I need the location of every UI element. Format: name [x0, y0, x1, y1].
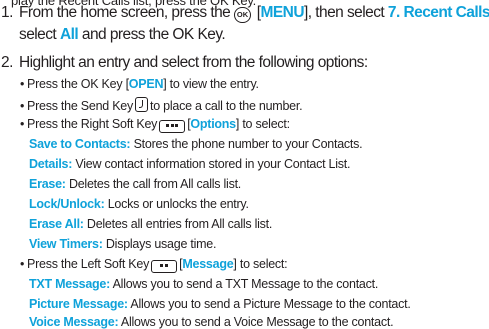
option-term: Erase:: [29, 177, 66, 191]
option-desc: Stores the phone number to your Contacts…: [130, 137, 363, 151]
all-label: All: [59, 26, 79, 43]
step-1-line-2: select All and press the OK Key.: [19, 26, 226, 44]
bullet-send-text-a: Press the Send Key: [27, 99, 133, 113]
step-2-text: Highlight an entry and select from the f…: [19, 54, 368, 71]
message-desc: Allows you to send a TXT Message to the …: [110, 277, 379, 291]
bullet-options: • Press the Right Soft Key [Options] to se…: [20, 117, 290, 133]
message-item: Voice Message: Allows you to send a Voic…: [29, 315, 394, 329]
step-2-number: 2.: [1, 54, 13, 71]
bullet-message-text-b: ] to select:: [233, 257, 288, 271]
message-desc: Allows you to send a Picture Message to …: [127, 297, 411, 311]
option-item: Erase: Deletes the call from All calls l…: [29, 177, 241, 191]
option-term: Erase All:: [29, 217, 84, 231]
message-term: Voice Message:: [29, 315, 119, 329]
option-item: Erase All: Deletes all entries from All …: [29, 217, 272, 231]
option-desc: Locks or unlocks the entry.: [104, 197, 249, 211]
option-item: Lock/Unlock: Locks or unlocks the entry.: [29, 197, 249, 211]
bullet-open-text-b: ] to view the entry.: [163, 77, 259, 91]
bullet-options-text-a: Press the Right Soft Key: [27, 117, 158, 131]
bullet-message: • Press the Left Soft Key [Message] to sel…: [20, 257, 288, 273]
option-desc: View contact information stored in your …: [72, 157, 351, 171]
step-1-text-b: ], then select: [303, 4, 388, 21]
option-desc: Displays usage time.: [102, 237, 217, 251]
message-term: Picture Message:: [29, 297, 128, 311]
option-item: View Timers: Displays usage time.: [29, 237, 216, 251]
ok-key-icon: OK: [234, 7, 252, 23]
manual-page: play the Recent Calls list, press the OK…: [0, 0, 489, 329]
message-item: TXT Message: Allows you to send a TXT Me…: [29, 277, 378, 291]
step-1-text-d: and press the OK Key.: [78, 26, 226, 43]
step-1-bracket: [: [253, 4, 261, 21]
option-desc: Deletes all entries from All calls list.: [83, 217, 273, 231]
option-term: Lock/Unlock:: [29, 197, 105, 211]
right-soft-key-icon: [159, 120, 186, 133]
message-label: Message: [182, 257, 234, 271]
bullet-dot: •: [20, 77, 25, 91]
send-key-icon: [134, 97, 148, 112]
bullet-send: • Press the Send Key to place a call to th…: [20, 97, 303, 113]
option-item: Save to Contacts: Stores the phone numbe…: [29, 137, 363, 151]
bullet-open-text-a: Press the OK Key [: [27, 77, 129, 91]
option-desc: Deletes the call from All calls list.: [65, 177, 242, 191]
bullet-open: • Press the OK Key [OPEN] to view the ent…: [20, 77, 259, 91]
message-item: Picture Message: Allows you to send a Pi…: [29, 297, 411, 311]
option-term: Save to Contacts:: [29, 137, 131, 151]
left-soft-key-icon: [151, 260, 178, 273]
bullet-dot: •: [20, 99, 25, 113]
step-1-text-a: From the home screen, press the: [19, 4, 231, 21]
step-2-line: 2. Highlight an entry and select from the…: [0, 54, 368, 72]
step-1-text-c: select: [19, 26, 60, 43]
message-term: TXT Message:: [29, 277, 111, 291]
open-label: OPEN: [128, 77, 164, 91]
message-desc: Allows you to send a Voice Message to th…: [118, 315, 394, 329]
options-label: Options: [190, 117, 236, 131]
option-term: View Timers:: [29, 237, 103, 251]
step-1-line-1: 1. From the home screen, press the OK [ME…: [0, 4, 489, 23]
option-term: Details:: [29, 157, 73, 171]
bullet-dot: •: [20, 117, 25, 131]
bullet-dot: •: [20, 257, 25, 271]
bullet-options-text-b: ] to select:: [235, 117, 290, 131]
step-1-number: 1.: [1, 4, 13, 21]
bullet-message-text-a: Press the Left Soft Key: [27, 257, 150, 271]
bullet-send-text-b: to place a call to the number.: [149, 99, 303, 113]
recent-calls-label: 7. Recent Calls: [387, 4, 489, 21]
menu-label: MENU: [260, 4, 305, 21]
option-item: Details: View contact information stored…: [29, 157, 350, 171]
